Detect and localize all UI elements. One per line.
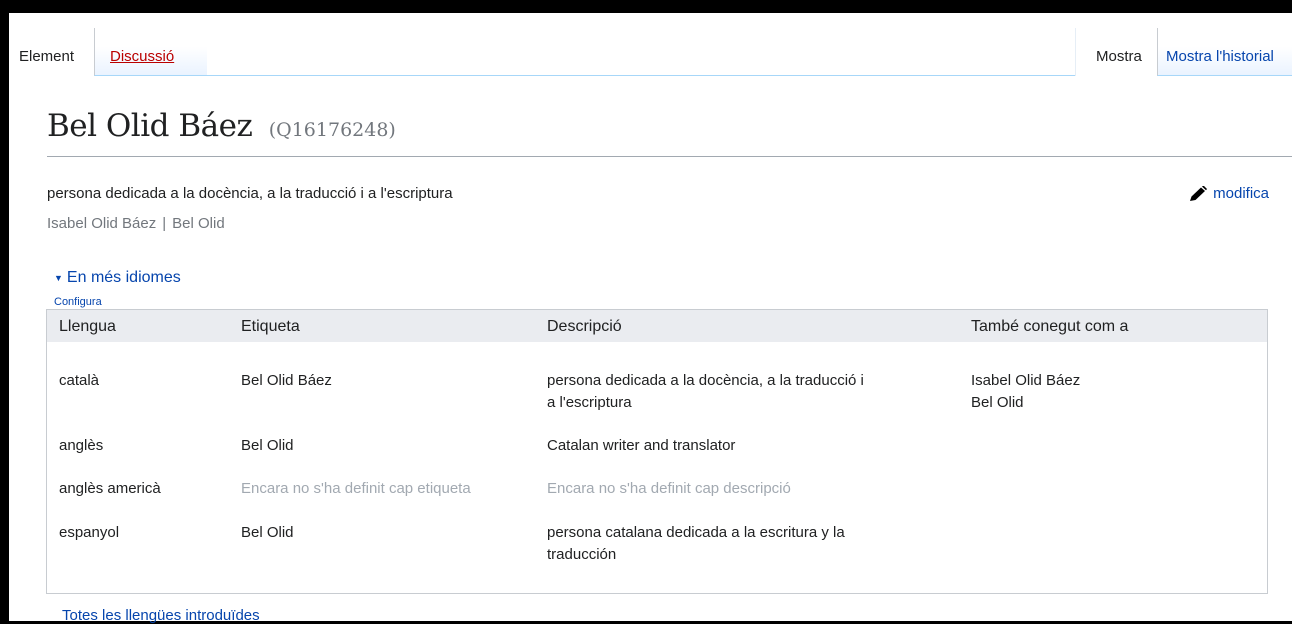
tabs-bar: Element Discussió Mostra Mostra l'histor… (9, 28, 1292, 76)
row-description[interactable]: Catalan writer and translator (547, 435, 957, 456)
row-description[interactable]: persona dedicada a la docència, a la tra… (547, 370, 957, 391)
table-header: Llengua Etiqueta Descripció També conegu… (47, 310, 1267, 342)
more-languages-label: En més idiomes (66, 269, 181, 286)
pencil-icon (1190, 185, 1208, 201)
more-languages-toggle[interactable]: ▼ En més idiomes (54, 269, 181, 287)
row-label-empty[interactable]: Encara no s'ha definit cap etiqueta (241, 478, 471, 499)
languages-table: Llengua Etiqueta Descripció També conegu… (46, 309, 1268, 594)
page-title: Bel Olid Báez (Q16176248) (47, 108, 396, 144)
edit-button[interactable]: modifica (1188, 185, 1269, 202)
triangle-down-icon: ▼ (54, 273, 63, 283)
row-language: espanyol (59, 524, 120, 541)
tab-mostra[interactable]: Mostra (1075, 28, 1157, 76)
header-description: Descripció (547, 318, 622, 335)
row-alias[interactable]: Bel Olid (971, 392, 1024, 413)
row-description-cont[interactable]: traducción (547, 544, 957, 565)
page: Element Discussió Mostra Mostra l'histor… (9, 13, 1292, 624)
row-language: anglès americà (59, 480, 161, 497)
tab-discussio[interactable]: Discussió (94, 28, 207, 76)
header-label: Etiqueta (241, 318, 300, 335)
row-language: anglès (59, 437, 104, 454)
alias: Bel Olid (172, 215, 225, 232)
alias: Isabel Olid Báez (47, 215, 157, 232)
row-description[interactable]: persona catalana dedicada a la escritura… (547, 522, 957, 543)
row-language: català (59, 372, 100, 389)
row-label[interactable]: Bel Olid Báez (241, 370, 332, 391)
all-languages-link[interactable]: Totes les llengües introduïdes (62, 607, 260, 624)
item-description: persona dedicada a la docència, a la tra… (47, 185, 453, 202)
alias-separator: | (162, 215, 167, 232)
row-description-cont[interactable]: a l'escriptura (547, 392, 957, 413)
tabs-divider (207, 75, 1075, 76)
item-aliases: Isabel Olid Báez | Bel Olid (47, 215, 225, 232)
title-divider (47, 156, 1292, 157)
row-label[interactable]: Bel Olid (241, 435, 294, 456)
tab-historial[interactable]: Mostra l'historial (1157, 28, 1292, 76)
item-label: Bel Olid Báez (47, 108, 253, 144)
row-description-empty[interactable]: Encara no s'ha definit cap descripció (547, 478, 957, 499)
edit-label: modifica (1213, 185, 1269, 202)
header-aliases: També conegut com a (971, 318, 1129, 335)
row-alias[interactable]: Isabel Olid Báez (971, 370, 1080, 391)
row-label[interactable]: Bel Olid (241, 522, 294, 543)
header-language: Llengua (59, 318, 116, 335)
tab-element[interactable]: Element (9, 28, 94, 76)
configure-link[interactable]: Configura (54, 296, 102, 308)
item-id: (Q16176248) (268, 119, 396, 141)
